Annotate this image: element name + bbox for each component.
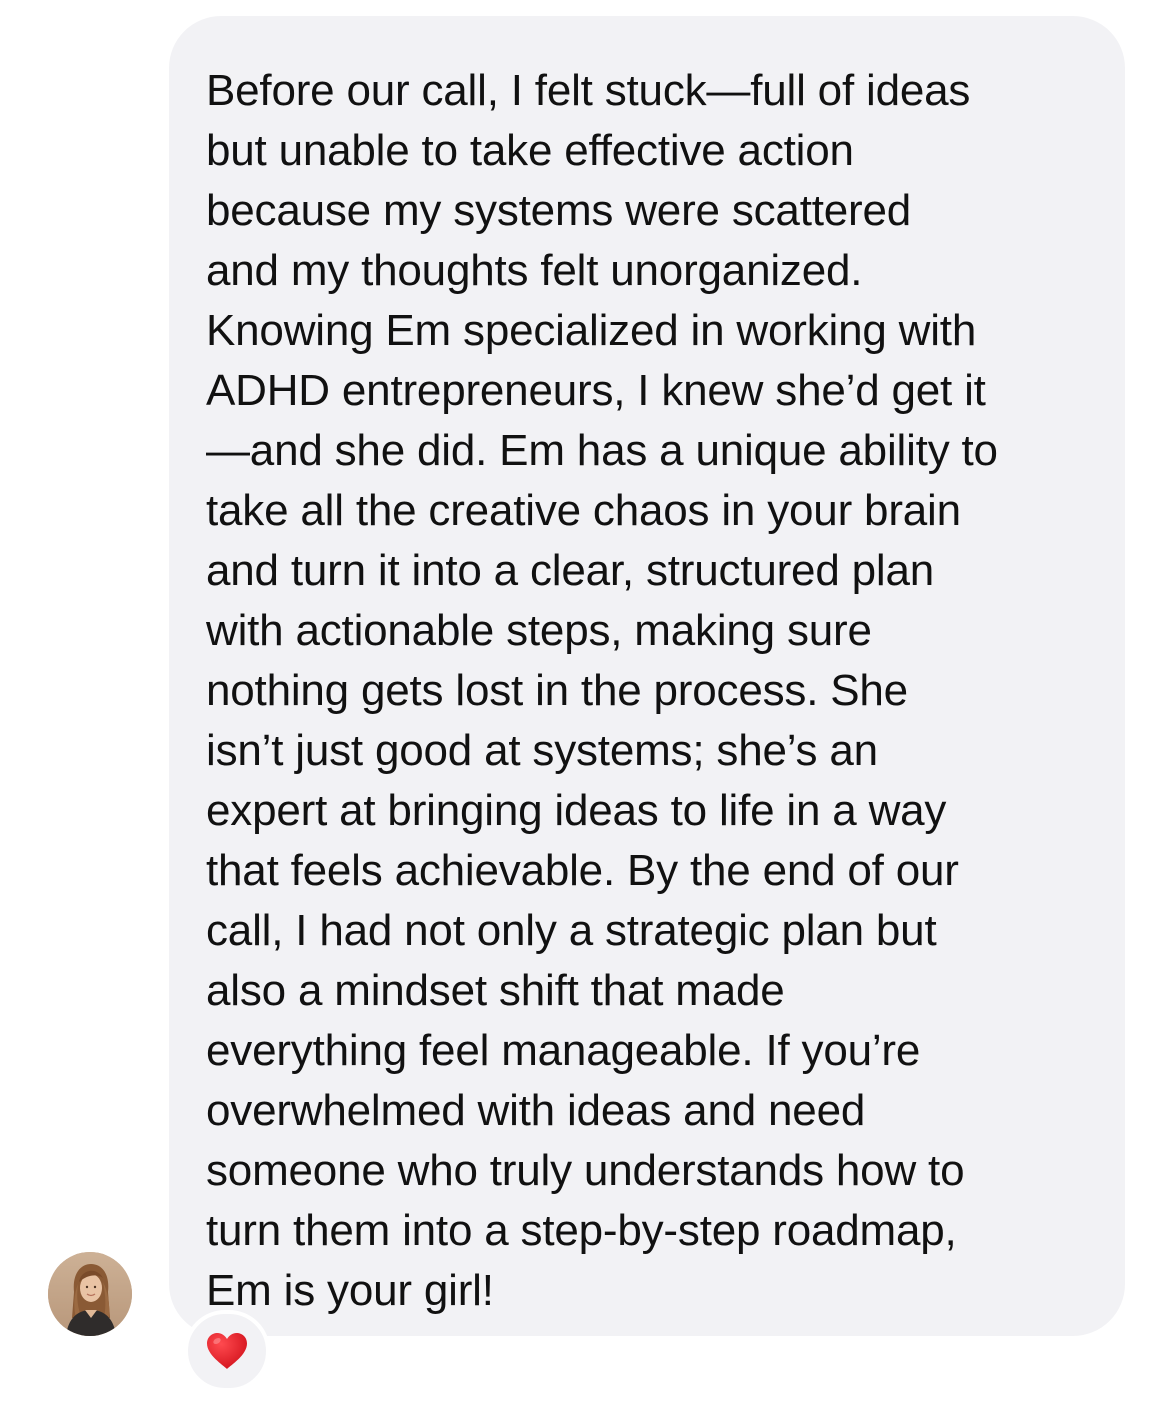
message-line: everything feel manageable. If you’re [206, 1026, 921, 1075]
message-line: Knowing Em specialized in working with [206, 306, 977, 355]
message-line: and my thoughts felt unorganized. [206, 246, 863, 295]
message-line: isn’t just good at systems; she’s an [206, 726, 878, 775]
message-line: call, I had not only a strategic plan bu… [206, 906, 937, 955]
message-line: also a mindset shift that made [206, 966, 785, 1015]
message-line: turn them into a step-by-step roadmap, [206, 1206, 957, 1255]
message-line: but unable to take effective action [206, 126, 854, 175]
message-line: take all the creative chaos in your brai… [206, 486, 961, 535]
profile-photo-icon [48, 1252, 132, 1336]
message-line: ADHD entrepreneurs, I knew she’d get it [206, 366, 986, 415]
message-line: Em is your girl! [206, 1266, 494, 1315]
message-line: that feels achievable. By the end of our [206, 846, 959, 895]
red-heart-icon [207, 1333, 247, 1369]
message-line: Before our call, I felt stuck—full of id… [206, 66, 971, 115]
message-line: because my systems were scattered [206, 186, 912, 235]
message-line: —and she did. Em has a unique ability to [206, 426, 998, 475]
message-line: with actionable steps, making sure [206, 606, 872, 655]
message-line: someone who truly understands how to [206, 1146, 965, 1195]
reaction-badge[interactable] [184, 1310, 270, 1392]
message-line: nothing gets lost in the process. She [206, 666, 908, 715]
message-line: and turn it into a clear, structured pla… [206, 546, 935, 595]
message-line: overwhelmed with ideas and need [206, 1086, 866, 1135]
message-text: Before our call, I felt stuck—full of id… [206, 61, 1095, 1321]
message-line: expert at bringing ideas to life in a wa… [206, 786, 947, 835]
message-bubble[interactable]: Before our call, I felt stuck—full of id… [169, 16, 1125, 1336]
sender-avatar[interactable] [48, 1252, 132, 1336]
